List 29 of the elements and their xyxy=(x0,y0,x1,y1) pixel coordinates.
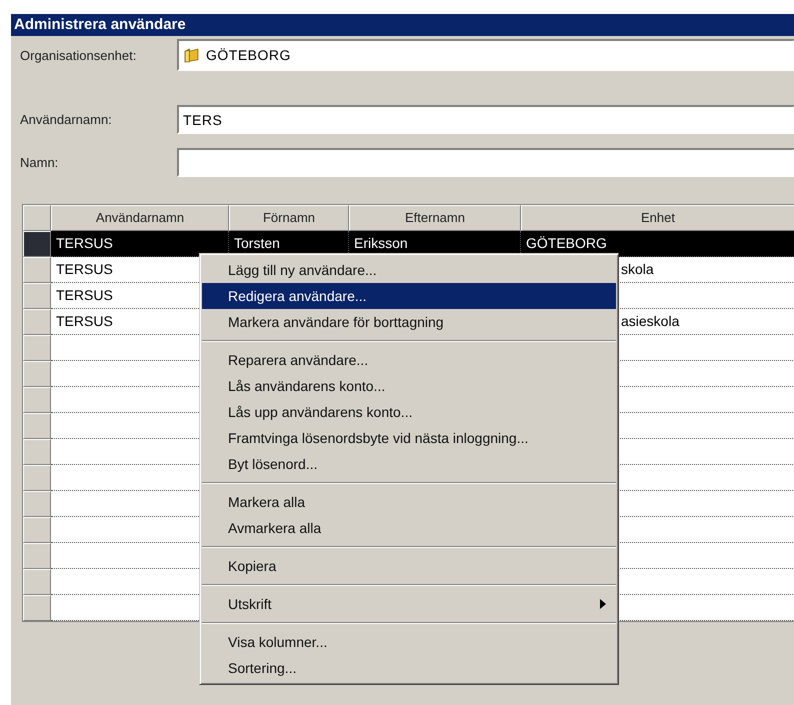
menu-item[interactable]: Byt lösenord... xyxy=(202,451,616,477)
field-label: Organisationsenhet: xyxy=(19,48,138,62)
menu-item[interactable]: Redigera användare... xyxy=(202,283,616,309)
submenu-arrow-icon xyxy=(600,599,606,609)
row-selector[interactable] xyxy=(23,231,51,257)
menu-item[interactable]: Avmarkera alla xyxy=(202,515,616,541)
window-title: Administrera användare xyxy=(11,14,794,36)
column-header[interactable]: Efternamn xyxy=(349,205,521,231)
table-cell: TERSUS xyxy=(51,231,229,257)
table-cell: GÖTEBORG xyxy=(521,231,794,257)
menu-item[interactable]: Visa kolumner... xyxy=(202,629,616,655)
menu-item[interactable]: Kopiera xyxy=(202,553,616,579)
menu-item[interactable]: Sortering... xyxy=(202,655,616,681)
header-corner xyxy=(23,205,51,231)
menu-item[interactable]: Lås upp användarens konto... xyxy=(202,399,616,425)
menu-item[interactable]: Reparera användare... xyxy=(202,347,616,373)
field-label: Namn: xyxy=(19,155,60,170)
input-field[interactable]: GÖTEBORG xyxy=(177,39,794,71)
menu-item[interactable]: Framtvinga lösenordsbyte vid nästa inloggning... xyxy=(202,425,616,451)
column-header[interactable]: Användarnamn xyxy=(51,205,229,231)
column-header[interactable]: Enhet xyxy=(521,205,794,231)
input-field[interactable] xyxy=(177,148,794,177)
input-field[interactable]: TERS xyxy=(177,105,794,134)
menu-item[interactable]: Utskrift xyxy=(202,591,616,617)
column-header[interactable]: Förnamn xyxy=(229,205,349,231)
menu-item[interactable]: Markera alla xyxy=(202,489,616,515)
menu-item[interactable]: Lås användarens konto... xyxy=(202,373,616,399)
field-label: Användarnamn: xyxy=(19,112,113,127)
folder-icon xyxy=(183,46,200,64)
